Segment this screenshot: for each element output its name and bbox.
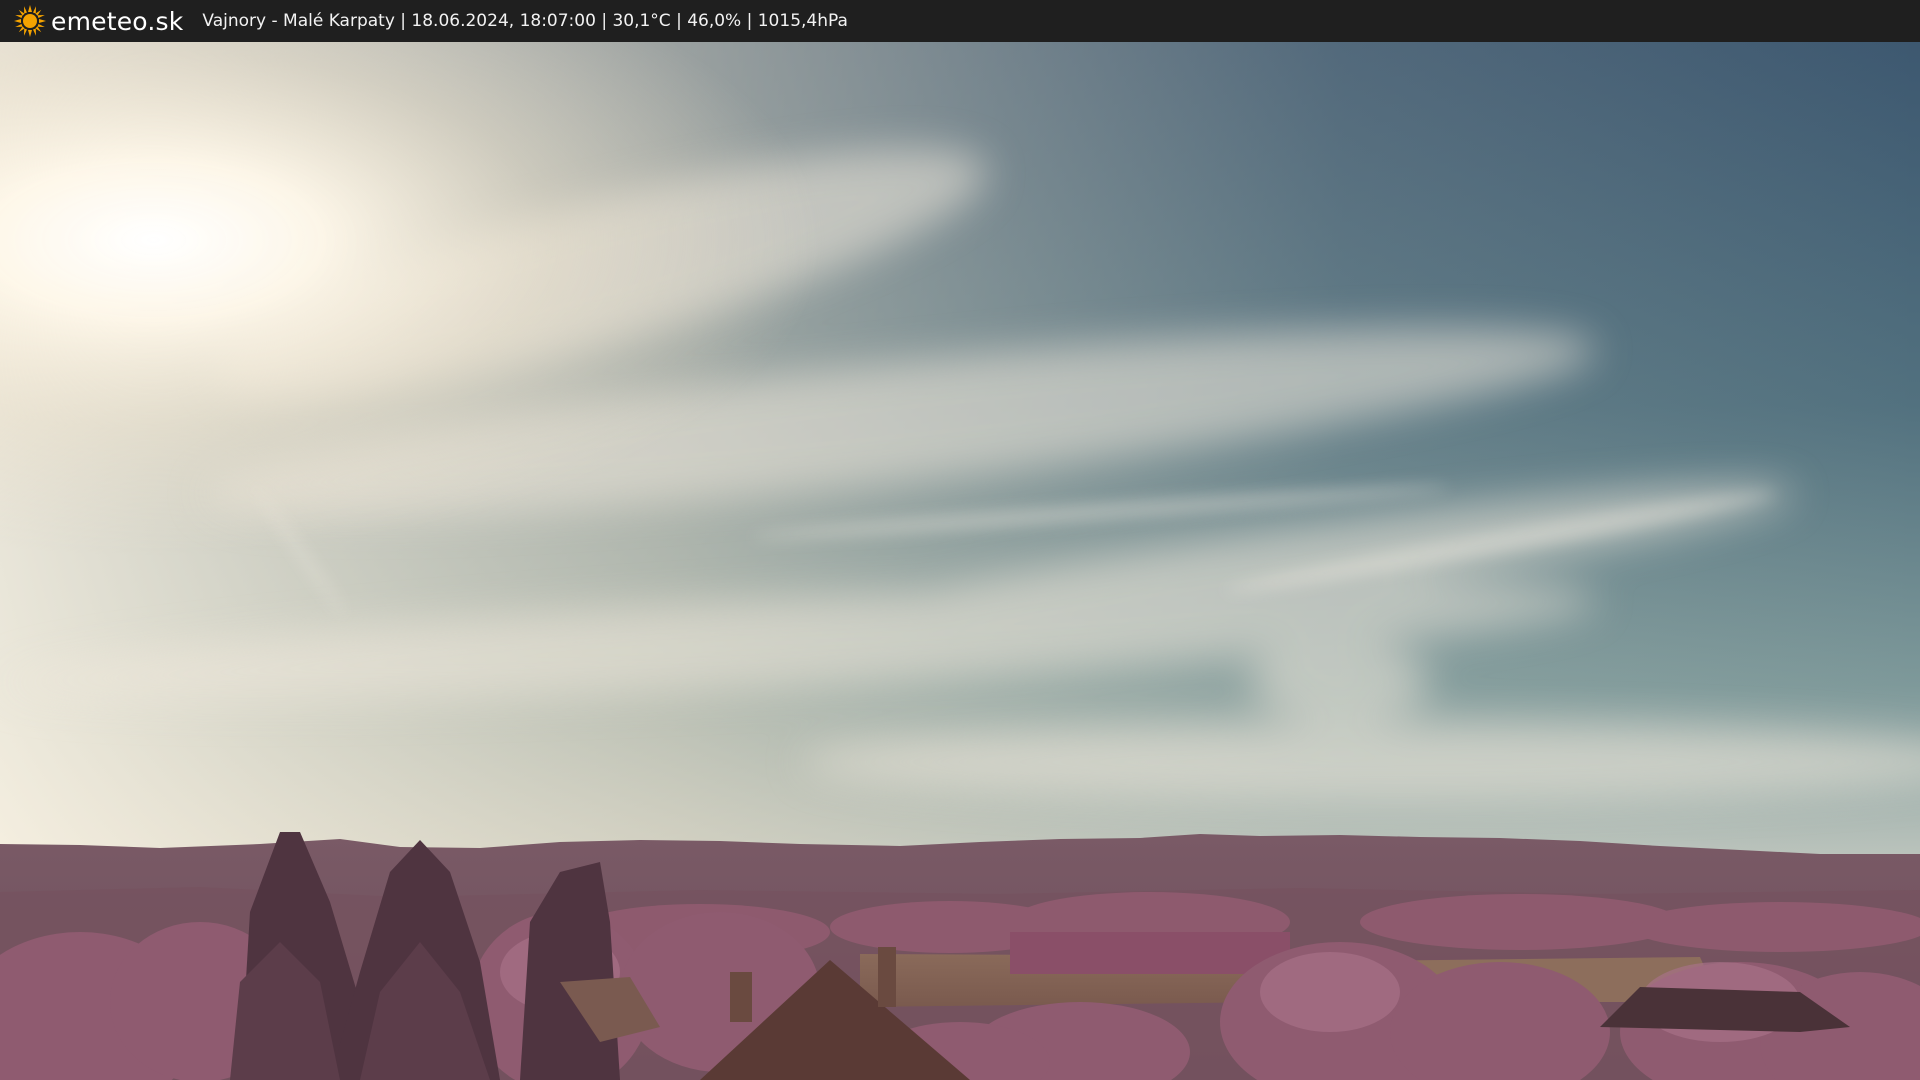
- webcam-image: [0, 42, 1920, 1080]
- webcam-page: emeteo.sk Vajnory - Malé Karpaty | 18.06…: [0, 0, 1920, 1080]
- site-logo[interactable]: emeteo.sk: [14, 5, 183, 37]
- logo-text: emeteo.sk: [51, 6, 184, 36]
- sun-icon: [14, 5, 46, 37]
- header-bar: emeteo.sk Vajnory - Malé Karpaty | 18.06…: [0, 0, 1920, 42]
- station-caption: Vajnory - Malé Karpaty | 18.06.2024, 18:…: [202, 11, 848, 31]
